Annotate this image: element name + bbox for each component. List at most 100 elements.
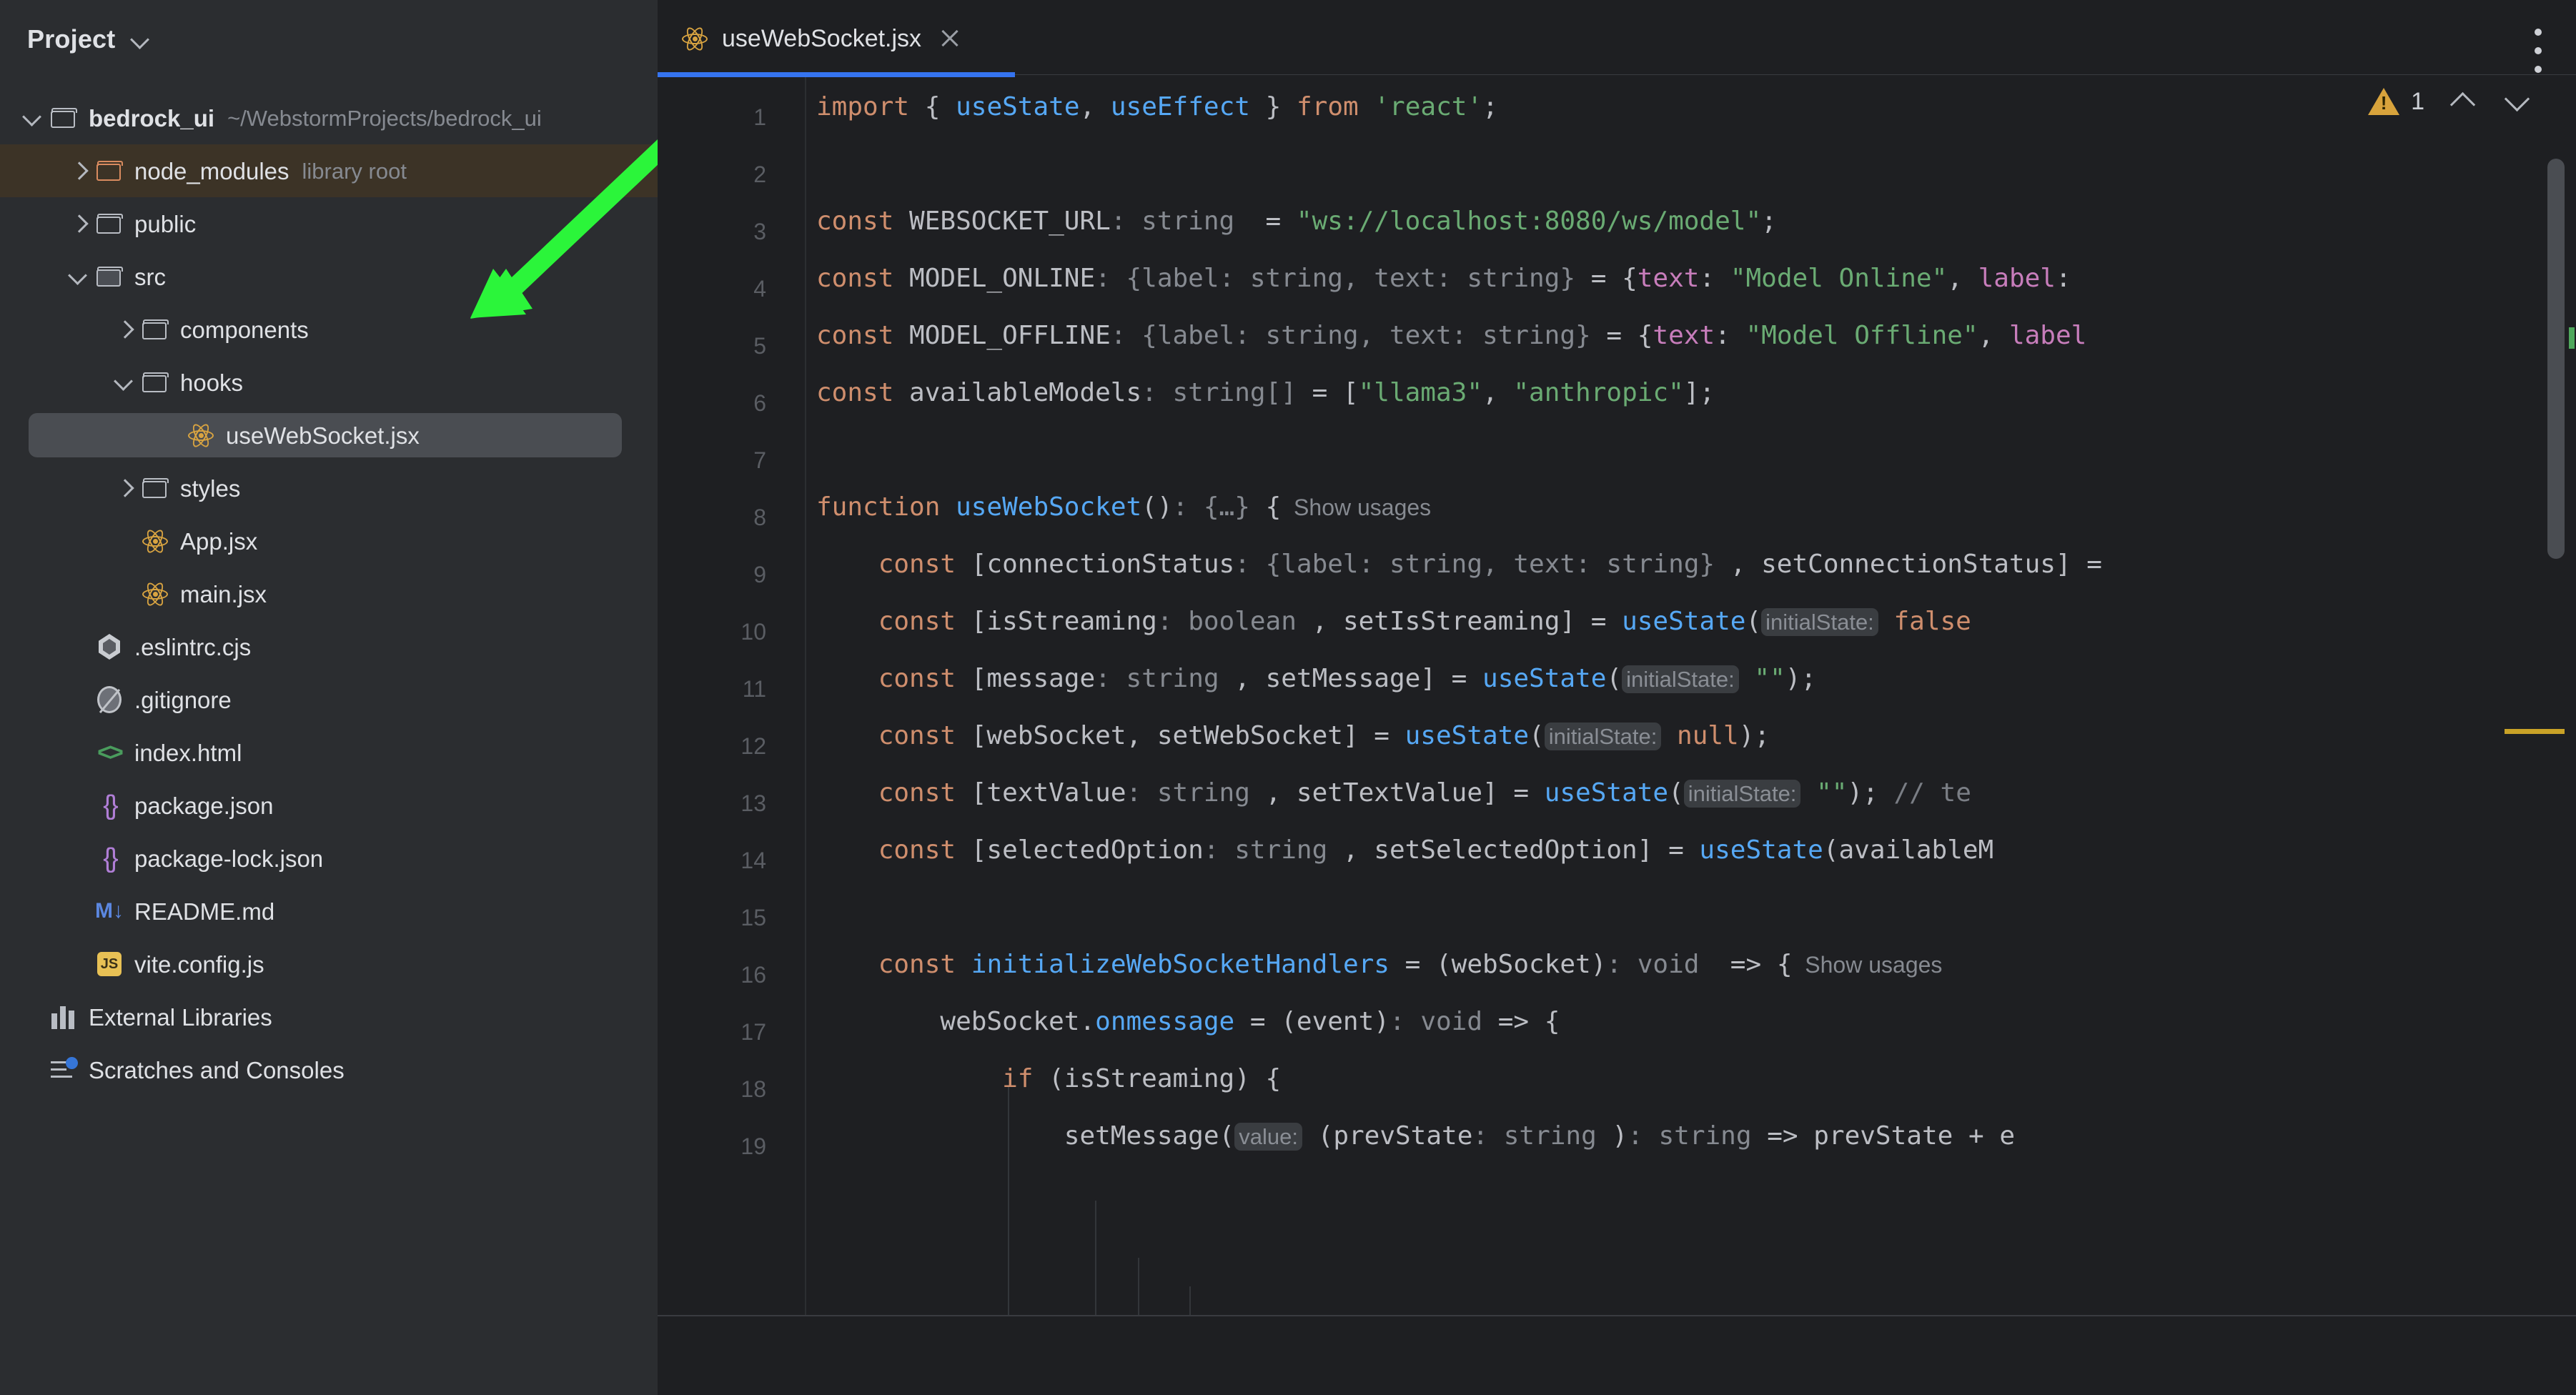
code-token <box>816 664 878 693</box>
close-icon[interactable] <box>940 28 961 49</box>
sidebar-item-external-libraries[interactable]: External Libraries <box>0 991 658 1043</box>
inspection-widget[interactable]: 1 <box>2368 86 2533 117</box>
sidebar-item-main-jsx[interactable]: main.jsx <box>0 567 658 620</box>
sidebar-item-usewebsocket-jsx[interactable]: useWebSocket.jsx <box>0 409 658 462</box>
code-token: null <box>1677 721 1739 750</box>
code-line[interactable]: const availableModels: string[] = ["llam… <box>816 379 1715 407</box>
html-icon: <> <box>94 738 124 768</box>
code-token: initialState: <box>1545 723 1662 750</box>
code-token: const <box>816 321 893 350</box>
code-token <box>816 1007 940 1036</box>
vertical-scrollbar[interactable] <box>2547 159 2565 559</box>
chevron-up-icon[interactable] <box>2447 86 2479 117</box>
sidebar-item-package-json[interactable]: {}package.json <box>0 779 658 832</box>
code-line[interactable]: setMessage(value: (prevState: string ): … <box>816 1122 2015 1151</box>
more-vertical-icon[interactable] <box>2535 29 2542 73</box>
code-line[interactable]: const MODEL_OFFLINE: {label: string, tex… <box>816 322 2086 350</box>
code-token: [connectionStatus <box>956 550 1234 579</box>
code-token <box>940 492 956 522</box>
eslint-icon <box>94 632 124 662</box>
react-icon <box>140 579 170 609</box>
sidebar-item-package-lock-json[interactable]: {}package-lock.json <box>0 832 658 885</box>
sidebar-item-label: .eslintrc.cjs <box>134 635 251 659</box>
sidebar-item--eslintrc-cjs[interactable]: .eslintrc.cjs <box>0 620 658 673</box>
sidebar-item-node-modules[interactable]: node_moduleslibrary root <box>0 144 658 197</box>
folder-orange-icon <box>94 156 124 186</box>
chevron-down-icon[interactable] <box>20 106 44 130</box>
sidebar-item-src[interactable]: src <box>0 250 658 303</box>
sidebar-item-index-html[interactable]: <>index.html <box>0 726 658 779</box>
code-token: : {label: string, text: string} <box>1234 550 1715 579</box>
code-token: ( <box>1668 778 1684 808</box>
code-line[interactable]: const [webSocket, setWebSocket] = useSta… <box>816 722 1770 750</box>
sidebar-item-scratches-and-consoles[interactable]: Scratches and Consoles <box>0 1043 658 1096</box>
code-line[interactable]: const [message: string , setMessage] = u… <box>816 665 1816 693</box>
sidebar-item-bedrock-ui[interactable]: bedrock_ui~/WebstormProjects/bedrock_ui <box>0 91 658 144</box>
sidebar-item-vite-config-js[interactable]: JS vite.config.js <box>0 938 658 991</box>
code-token: ); <box>1785 664 1816 693</box>
code-token: : string <box>1628 1121 1751 1151</box>
chevron-down-icon[interactable] <box>112 370 136 394</box>
sidebar-item--gitignore[interactable]: .gitignore <box>0 673 658 726</box>
tab-useWebSocket-jsx[interactable]: useWebSocket.jsx <box>658 0 1015 77</box>
code-token <box>1281 92 1297 121</box>
code-line[interactable]: const WEBSOCKET_URL: string = "ws://loca… <box>816 207 1777 236</box>
code-token: } <box>1250 92 1281 121</box>
code-token: [selectedOption <box>956 835 1204 865</box>
code-line[interactable]: const [selectedOption: string , setSelec… <box>816 836 1993 865</box>
chevron-right-icon[interactable] <box>112 317 136 342</box>
code-token: const <box>878 950 956 979</box>
sidebar-item-label: App.jsx <box>180 530 257 553</box>
project-tool-window-header[interactable]: Project <box>0 0 658 79</box>
sidebar-item-label: node_modules <box>134 159 289 183</box>
chevron-right-icon[interactable] <box>66 212 90 236</box>
code-token: from <box>1297 92 1359 121</box>
chevron-down-icon[interactable] <box>131 30 149 49</box>
code-line[interactable]: const [textValue: string , setTextValue]… <box>816 779 1971 808</box>
code-token: WEBSOCKET_URL <box>893 207 1110 236</box>
chevron-right-icon[interactable] <box>112 476 136 500</box>
code-line[interactable]: webSocket.onmessage = (event): void => { <box>816 1008 1560 1036</box>
code-token: , <box>1482 378 1513 407</box>
code-token: = <box>1234 207 1297 236</box>
code-line[interactable]: const [connectionStatus: {label: string,… <box>816 550 2102 579</box>
code-line[interactable]: if (isStreaming) { <box>816 1065 1281 1093</box>
code-token: = [ <box>1297 378 1359 407</box>
code-token: [textValue <box>956 778 1126 808</box>
js-icon: JS <box>94 949 124 979</box>
chevron-down-icon[interactable] <box>66 264 90 289</box>
indent-guide <box>1189 1286 1191 1315</box>
code-line[interactable]: function useWebSocket(): {…} { Show usag… <box>816 493 1431 522</box>
code-token: "llama3" <box>1359 378 1482 407</box>
code-token: "" <box>1816 778 1847 808</box>
code-token: { <box>1622 264 1638 293</box>
code-token <box>816 835 878 865</box>
sidebar-item-readme-md[interactable]: M↓README.md <box>0 885 658 938</box>
sidebar-item-components[interactable]: components <box>0 303 658 356</box>
sidebar-item-app-jsx[interactable]: App.jsx <box>0 515 658 567</box>
editor-tabbar: useWebSocket.jsx <box>658 0 2576 77</box>
code-editor[interactable]: 12345678910111213141516171819 import { u… <box>658 77 2576 1315</box>
sidebar-item-hooks[interactable]: hooks <box>0 356 658 409</box>
chevron-down-icon[interactable] <box>2502 86 2533 117</box>
folder-icon <box>140 367 170 397</box>
sidebar-item-label: package-lock.json <box>134 847 323 870</box>
sidebar-item-styles[interactable]: styles <box>0 462 658 515</box>
code-line[interactable]: const MODEL_ONLINE: {label: string, text… <box>816 264 2071 293</box>
chevron-right-icon[interactable] <box>66 159 90 183</box>
code-content[interactable]: import { useState, useEffect } from 'rea… <box>658 77 2576 1315</box>
code-line[interactable]: import { useState, useEffect } from 'rea… <box>816 93 1498 121</box>
indent-guide <box>1095 1201 1096 1315</box>
code-token: const <box>878 607 956 636</box>
code-token: useState <box>956 92 1079 121</box>
code-line[interactable]: const initializeWebSocketHandlers = (web… <box>816 950 1942 979</box>
code-token: : void <box>1606 950 1699 979</box>
code-token: , <box>1080 92 1111 121</box>
code-token: import <box>816 92 909 121</box>
code-token: initializeWebSocketHandlers <box>971 950 1389 979</box>
code-token: : string <box>1126 778 1250 808</box>
sidebar-item-label: vite.config.js <box>134 953 264 976</box>
sidebar-item-public[interactable]: public <box>0 197 658 250</box>
code-line[interactable]: const [isStreaming: boolean , setIsStrea… <box>816 607 1971 636</box>
code-token: "" <box>1754 664 1785 693</box>
